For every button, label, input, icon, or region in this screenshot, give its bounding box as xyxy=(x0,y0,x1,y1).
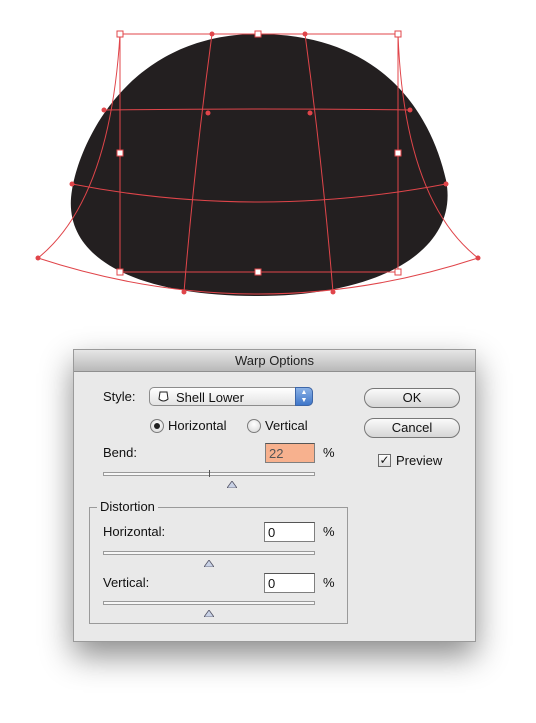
horizontal-radio-label: Horizontal xyxy=(168,418,227,433)
vertical-radio[interactable] xyxy=(247,419,261,433)
bend-label: Bend: xyxy=(103,445,137,460)
dialog-title: Warp Options xyxy=(74,350,475,372)
ok-button[interactable]: OK xyxy=(364,388,460,408)
bend-field[interactable]: 22 xyxy=(265,443,315,463)
bend-slider-thumb[interactable] xyxy=(226,476,239,489)
preview-checkbox[interactable]: ✓ xyxy=(378,454,391,467)
style-popup-value: Shell Lower xyxy=(176,390,244,405)
bend-unit: % xyxy=(323,445,335,460)
bend-slider-track[interactable] xyxy=(103,470,315,477)
shell-lower-icon xyxy=(157,391,170,406)
vertical-radio-label: Vertical xyxy=(265,418,308,433)
vertical-distortion-label: Vertical: xyxy=(103,575,150,590)
cancel-button[interactable]: Cancel xyxy=(364,418,460,438)
warped-shape xyxy=(70,34,448,296)
style-label: Style: xyxy=(103,389,136,404)
warp-options-dialog: Warp Options Style: Shell Lower ▲ ▼ Horiz… xyxy=(73,349,476,642)
style-popup[interactable]: Shell Lower ▲ ▼ xyxy=(149,387,313,406)
horizontal-distortion-unit: % xyxy=(323,524,335,539)
preview-label: Preview xyxy=(396,453,443,468)
artwork-canvas xyxy=(35,30,481,296)
vertical-distortion-slider-thumb[interactable] xyxy=(203,605,215,618)
horizontal-distortion-label: Horizontal: xyxy=(103,524,166,539)
vertical-distortion-field[interactable]: 0 xyxy=(264,573,315,593)
bend-slider-center-tick xyxy=(209,470,210,477)
vertical-distortion-unit: % xyxy=(323,575,335,590)
horizontal-radio[interactable] xyxy=(150,419,164,433)
horizontal-distortion-field[interactable]: 0 xyxy=(264,522,315,542)
popup-arrows-icon: ▲ ▼ xyxy=(295,387,313,406)
distortion-group-title: Distortion xyxy=(97,499,158,514)
horizontal-distortion-slider-thumb[interactable] xyxy=(203,555,215,568)
